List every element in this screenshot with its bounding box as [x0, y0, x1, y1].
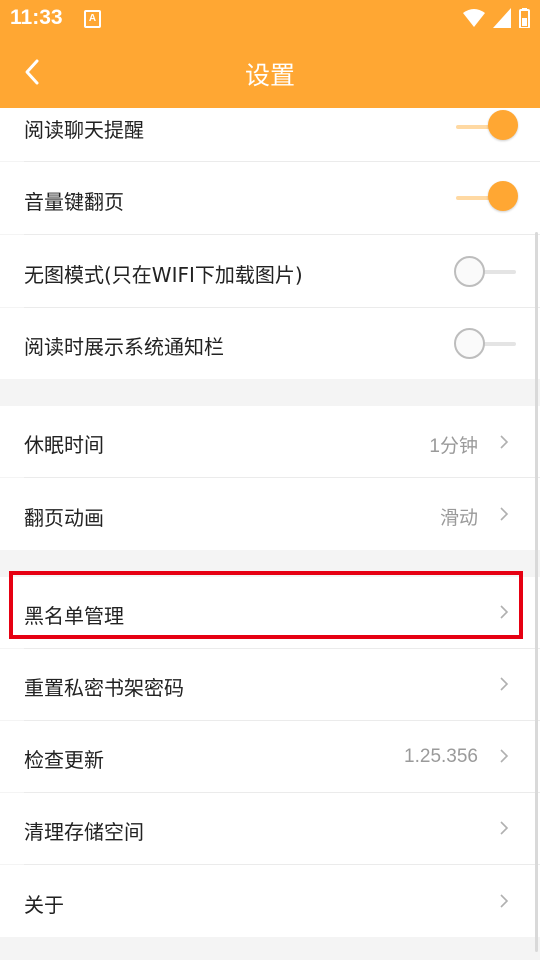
setting-row-page-animation[interactable]: 翻页动画 滑动 [0, 478, 540, 550]
page-title: 设置 [244, 61, 295, 90]
setting-label: 检查更新 [24, 748, 104, 772]
highlight-box [9, 571, 523, 639]
setting-label: 翻页动画 [24, 506, 104, 530]
version-value: 1.25.356 [404, 746, 478, 767]
setting-value: 滑动 [439, 508, 478, 529]
status-time: 11:33 [10, 6, 63, 29]
setting-row-clear-storage[interactable]: 清理存储空间 [0, 793, 540, 864]
status-bar: 11:33 A [0, 0, 540, 36]
setting-label: 阅读聊天提醒 [24, 118, 144, 142]
setting-label: 无图模式(只在WIFI下加载图片) [24, 263, 303, 287]
chevron-right-icon [500, 677, 509, 691]
setting-row-chat-reminder[interactable]: 阅读聊天提醒 [0, 108, 540, 161]
setting-row-reset-private-shelf-password[interactable]: 重置私密书架密码 [0, 649, 540, 720]
volume-page-turn-toggle[interactable] [454, 181, 518, 215]
chevron-right-icon [500, 749, 509, 763]
setting-row-no-image-mode[interactable]: 无图模式(只在WIFI下加载图片) [0, 235, 540, 307]
signal-icon [493, 8, 511, 28]
setting-row-show-notification-bar[interactable]: 阅读时展示系统通知栏 [0, 308, 540, 379]
setting-row-sleep-time[interactable]: 休眠时间 1分钟 [0, 406, 540, 477]
app-bar: 设置 [0, 36, 540, 108]
chevron-right-icon [500, 821, 509, 835]
setting-row-about[interactable]: 关于 [0, 865, 540, 937]
setting-value: 1分钟 [429, 436, 478, 457]
notification-a-icon: A [84, 10, 101, 28]
setting-label: 休眠时间 [24, 433, 104, 457]
setting-row-volume-page-turn[interactable]: 音量键翻页 [0, 162, 540, 234]
chat-reminder-toggle[interactable] [454, 110, 518, 144]
setting-label: 音量键翻页 [24, 190, 124, 214]
chevron-right-icon [500, 894, 509, 908]
no-image-mode-toggle[interactable] [454, 255, 518, 289]
show-notification-bar-toggle[interactable] [454, 327, 518, 361]
battery-icon [519, 8, 530, 28]
setting-label: 阅读时展示系统通知栏 [24, 335, 224, 359]
setting-label: 清理存储空间 [24, 820, 144, 844]
wifi-icon [463, 9, 485, 27]
scrollbar[interactable] [535, 232, 538, 952]
chevron-right-icon [500, 435, 509, 449]
setting-label: 重置私密书架密码 [24, 676, 184, 700]
setting-row-check-update[interactable]: 检查更新 1.25.356 [0, 721, 540, 792]
chevron-right-icon [500, 507, 509, 521]
setting-label: 关于 [24, 893, 64, 917]
status-icons [463, 7, 530, 29]
